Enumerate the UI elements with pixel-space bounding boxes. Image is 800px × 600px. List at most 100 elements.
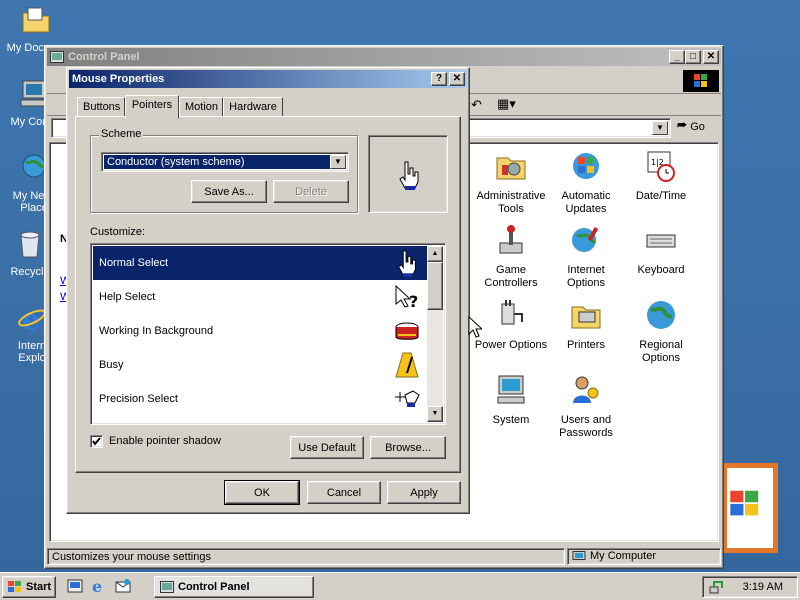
power-options-icon [501,300,523,325]
keyboard-icon [646,234,676,248]
status-zone: My Computer [567,548,721,565]
svg-text:?: ? [409,292,418,311]
cp-item-internet-options[interactable]: Internet Options [548,223,624,290]
show-desktop-icon[interactable] [66,577,84,595]
mouse-properties-dialog[interactable]: Mouse Properties ? ✕ Buttons Pointers Mo… [66,67,470,514]
cp-item-game-controllers[interactable]: Game Controllers [473,223,549,290]
pointer-list[interactable]: Normal Select Help Select ? Working In B… [90,243,446,425]
hand-pointer-icon [399,161,419,190]
regional-options-icon [647,301,675,329]
dialog-close-button[interactable]: ✕ [449,72,465,86]
tab-pointers[interactable]: Pointers [125,95,179,119]
outlook-express-icon[interactable] [114,577,132,595]
tab-hardware[interactable]: Hardware [223,97,283,117]
views-icon[interactable]: ▦▾ [497,96,516,112]
admin-tools-icon [496,157,526,180]
address-dropdown-arrow[interactable]: ▼ [652,121,668,135]
windows-logo-icon [722,463,778,553]
status-text: Customizes your mouse settings [47,548,565,565]
dialog-title: Mouse Properties [72,73,165,85]
folder-documents-icon [22,7,50,33]
automatic-updates-icon [573,153,599,179]
metronome-icon [395,352,419,378]
checkmark-icon [92,437,101,446]
ie-icon[interactable]: e [90,577,108,595]
ok-button[interactable]: OK [224,480,300,505]
quick-launch: e [66,577,132,597]
cp-item-keyboard[interactable]: Keyboard [623,223,699,277]
scroll-thumb[interactable] [427,262,443,310]
list-item-working-in-background[interactable]: Working In Background [93,314,427,348]
scheme-select[interactable]: Conductor (system scheme) ▼ [101,152,349,172]
save-as-button[interactable]: Save As... [191,180,267,203]
cp-item-power-options[interactable]: Power Options [473,298,549,352]
arrow-cursor-icon [468,316,482,338]
cancel-button[interactable]: Cancel [307,481,381,504]
cp-item-users-and-passwords[interactable]: Users and Passwords [548,373,624,440]
help-pointer-icon: ? [395,284,418,311]
pointer-preview [368,135,448,213]
list-item-help-select[interactable]: Help Select ? [93,280,427,314]
scroll-down-icon[interactable]: ▼ [427,406,443,422]
tab-buttons[interactable]: Buttons [77,97,125,117]
customize-label: Customize: [90,226,146,238]
computer-icon [572,550,586,563]
cp-item-regional-options[interactable]: Regional Options [623,298,699,365]
recycle-bin-icon [20,231,40,258]
control-panel-icon [160,581,174,593]
tab-motion[interactable]: Motion [179,97,223,117]
svg-text:e: e [92,577,102,595]
apply-button[interactable]: Apply [387,481,461,504]
internet-options-icon [572,226,599,252]
taskbar-control-panel-button[interactable]: Control Panel [154,576,314,598]
pointer-shadow-checkbox[interactable] [90,435,103,448]
chevron-down-icon[interactable]: ▼ [330,155,346,169]
go-button[interactable]: ⮫ Go [677,120,705,133]
windows-flag-icon [8,581,21,592]
cp-item-printers[interactable]: Printers [548,298,624,352]
browse-button[interactable]: Browse... [370,436,446,459]
delete-button: Delete [273,180,349,203]
statusbar: Customizes your mouse settings My Comput… [47,546,721,566]
dialog-titlebar[interactable]: Mouse Properties ? ✕ [69,70,467,88]
cp-item-automatic-updates[interactable]: Automatic Updates [548,149,624,216]
precision-hand-icon [395,390,420,407]
taskbar: Start e Control Panel 3:19 AM [0,572,800,600]
scheme-group-title: Scheme [99,128,144,140]
list-item-precision-select[interactable]: Precision Select [93,382,427,416]
cp-item-system[interactable]: System [473,373,549,427]
network-tray-icon[interactable] [709,579,725,595]
clock: 3:19 AM [742,581,783,593]
pointers-tab-panel: Scheme Conductor (system scheme) ▼ Save … [75,116,461,473]
svg-text:e: e [22,303,40,334]
drum-icon [395,322,419,340]
users-passwords-icon [573,376,599,403]
go-arrow-icon: ⮫ [677,120,688,132]
scheme-selected-value: Conductor (system scheme) [104,155,330,169]
scroll-up-icon[interactable]: ▲ [427,246,443,262]
windows-flag-icon [683,70,719,92]
undo-icon[interactable]: ↶ [471,97,482,113]
start-button[interactable]: Start [2,576,56,598]
list-item-busy[interactable]: Busy [93,348,427,382]
scheme-groupbox: Scheme Conductor (system scheme) ▼ Save … [90,128,358,213]
use-default-button[interactable]: Use Default [290,436,364,459]
printers-icon [571,306,601,329]
close-button[interactable]: ✕ [703,50,719,64]
control-panel-titlebar[interactable]: Control Panel _ □ ✕ [47,48,721,66]
game-controllers-icon [499,225,523,254]
control-panel-title: Control Panel [68,51,140,63]
pointer-shadow-label[interactable]: Enable pointer shadow [109,435,221,447]
list-item-normal-select[interactable]: Normal Select [93,246,427,280]
system-tray: 3:19 AM [702,576,798,598]
system-icon [497,375,525,404]
pointer-list-scrollbar[interactable]: ▲ ▼ [427,246,443,422]
help-button[interactable]: ? [431,72,447,86]
maximize-button[interactable]: □ [685,50,701,64]
cp-item-date-time[interactable]: 1|2 Date/Time [623,149,699,203]
minimize-button[interactable]: _ [669,50,685,64]
cp-item-administrative-tools[interactable]: Administrative Tools [473,149,549,216]
date-time-icon: 1|2 [647,151,675,182]
control-panel-icon [50,51,64,63]
hand-pointer-icon [397,250,416,277]
